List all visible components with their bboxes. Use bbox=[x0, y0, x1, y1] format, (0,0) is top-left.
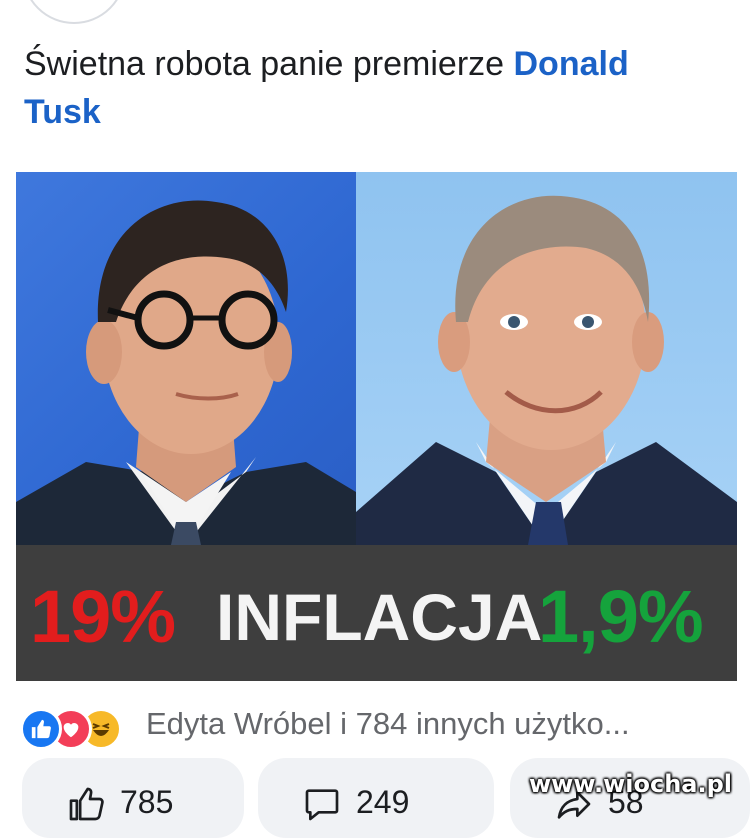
comment-count: 249 bbox=[356, 784, 410, 820]
post-image[interactable]: 19% INFLACJA 1,9% bbox=[16, 172, 737, 681]
caption-right-value: 1,9% bbox=[538, 575, 704, 658]
comment-icon bbox=[302, 784, 342, 829]
like-button[interactable]: 785 bbox=[22, 758, 244, 838]
comment-button[interactable]: 249 bbox=[258, 758, 494, 838]
avatar[interactable] bbox=[22, 0, 126, 24]
post-text-prefix: Świetna robota panie premierze bbox=[24, 45, 514, 83]
caption-label: INFLACJA bbox=[216, 580, 543, 654]
reactions-summary[interactable]: Edyta Wróbel i 784 innych użytko... bbox=[20, 700, 730, 752]
post-text: Świetna robota panie premierze Donald Tu… bbox=[24, 40, 714, 136]
portrait-right bbox=[356, 172, 737, 545]
portrait-left bbox=[16, 172, 356, 545]
like-count: 785 bbox=[120, 784, 174, 820]
watermark: www.wiocha.pl bbox=[528, 770, 732, 798]
like-icon bbox=[20, 708, 62, 750]
reactions-text: Edyta Wróbel i 784 innych użytko... bbox=[146, 706, 630, 741]
caption-left-value: 19% bbox=[30, 575, 176, 658]
thumbs-up-icon bbox=[66, 784, 106, 829]
